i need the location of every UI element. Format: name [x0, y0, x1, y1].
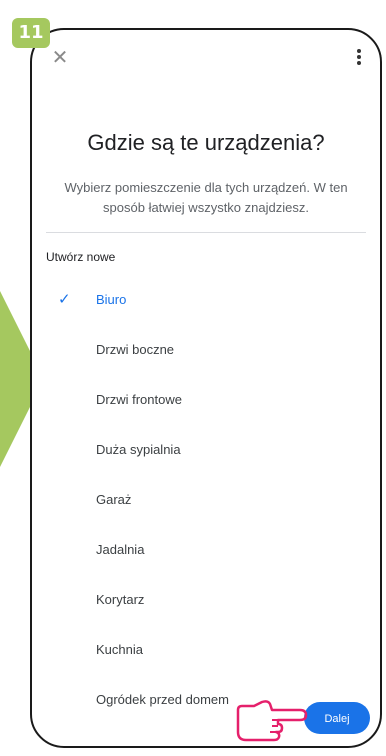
step-badge: 11: [12, 18, 50, 48]
room-item[interactable]: Kuchnia: [32, 630, 380, 680]
room-label: Drzwi frontowe: [96, 392, 182, 407]
room-label: Garaż: [96, 492, 132, 507]
room-item[interactable]: Duża sypialnia: [32, 430, 380, 480]
room-item[interactable]: ✓ Biuro: [32, 280, 380, 330]
pointing-hand-icon: [236, 700, 308, 742]
phone-frame: ✕ Gdzie są te urządzenia? Wybierz pomies…: [30, 28, 382, 748]
room-item[interactable]: Drzwi boczne: [32, 330, 380, 380]
page-subtitle: Wybierz pomieszczenie dla tych urządzeń.…: [64, 180, 348, 215]
page-title: Gdzie są te urządzenia?: [87, 130, 325, 155]
more-vert-icon[interactable]: [356, 49, 362, 67]
room-label: Ogródek przed domem: [96, 692, 229, 707]
next-button[interactable]: Dalej: [304, 702, 370, 734]
tutorial-page: 11 ✕ Gdzie są te urządzenia? Wybierz pom…: [0, 0, 386, 756]
create-new-label: Utwórz nowe: [46, 250, 116, 264]
divider: [46, 232, 366, 233]
room-item[interactable]: Garaż: [32, 480, 380, 530]
room-label: Kuchnia: [96, 642, 143, 657]
room-item[interactable]: Jadalnia: [32, 530, 380, 580]
room-label: Drzwi boczne: [96, 342, 175, 357]
room-label: Jadalnia: [96, 542, 145, 557]
checkmark-icon: ✓: [58, 291, 71, 308]
close-icon[interactable]: ✕: [50, 48, 70, 68]
room-item[interactable]: Korytarz: [32, 580, 380, 630]
room-label: Duża sypialnia: [96, 442, 181, 457]
room-item[interactable]: Drzwi frontowe: [32, 380, 380, 430]
room-label: Biuro: [96, 292, 127, 307]
room-label: Korytarz: [96, 592, 145, 607]
room-list: ✓ Biuro Drzwi boczne Drzwi frontowe Duża…: [32, 280, 380, 730]
